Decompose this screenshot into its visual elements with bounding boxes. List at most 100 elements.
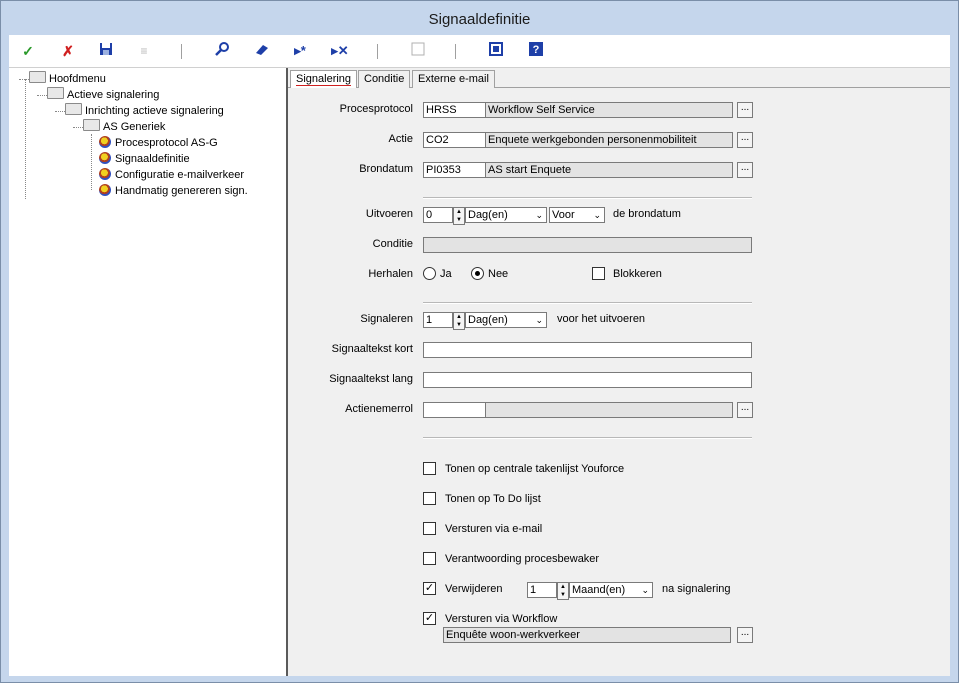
procesprotocol-desc: Workflow Self Service xyxy=(485,102,733,118)
tree-line xyxy=(19,79,29,80)
chevron-down-icon: ⌄ xyxy=(641,585,649,595)
accept-icon[interactable]: ✓ xyxy=(17,41,39,61)
workflow-label: Versturen via Workflow xyxy=(445,613,558,625)
herhalen-nee-label: Nee xyxy=(488,268,509,280)
tree-item-hoofdmenu[interactable]: Hoofdmenu xyxy=(29,71,106,87)
tree-item-actieve-signalering[interactable]: Actieve signalering xyxy=(47,87,159,103)
signaaltekst-kort-label: Signaaltekst kort xyxy=(331,343,413,355)
verwijderen-value[interactable]: 1 xyxy=(527,582,557,598)
uitvoeren-suffix: de brondatum xyxy=(613,208,681,220)
workflow-checkbox[interactable]: ✓ xyxy=(423,612,436,625)
verwijderen-spinner[interactable]: ▲ ▼ xyxy=(557,582,569,600)
actie-lookup-button[interactable]: ... xyxy=(737,132,753,148)
actie-desc: Enquete werkgebonden personenmobiliteit xyxy=(485,132,733,148)
uitvoeren-unit-select[interactable]: Dag(en) ⌄ xyxy=(465,207,547,223)
tree-item-signaaldefinitie[interactable]: Signaaldefinitie xyxy=(99,151,190,167)
conditie-field xyxy=(423,237,752,253)
tab-conditie[interactable]: Conditie xyxy=(358,70,411,88)
signaleren-label: Signaleren xyxy=(360,313,413,325)
versturen-email-checkbox[interactable] xyxy=(423,522,436,535)
verwijderen-label: Verwijderen xyxy=(445,583,503,595)
signaaltekst-lang-label: Signaaltekst lang xyxy=(329,373,413,385)
tree-item-inrichting[interactable]: Inrichting actieve signalering xyxy=(65,103,224,119)
signaleren-unit-select[interactable]: Dag(en) ⌄ xyxy=(465,312,547,328)
signaleren-value[interactable]: 1 xyxy=(423,312,453,328)
tonen-todo-checkbox[interactable] xyxy=(423,492,436,505)
navigation-tree: Hoofdmenu Actieve signalering Inrichting… xyxy=(9,68,288,676)
verantwoording-checkbox[interactable] xyxy=(423,552,436,565)
chevron-down-icon: ⌄ xyxy=(535,210,543,220)
cancel-icon[interactable]: ✗ xyxy=(57,41,79,61)
versturen-email-label: Versturen via e-mail xyxy=(445,523,543,535)
save-icon[interactable] xyxy=(95,41,117,61)
actienemerrol-lookup-button[interactable]: ... xyxy=(737,402,753,418)
edit-list-icon: ≡ xyxy=(140,44,148,58)
signaleren-suffix: voor het uitvoeren xyxy=(557,313,646,325)
verantwoording-label: Verantwoording procesbewaker xyxy=(445,553,600,565)
tonen-takenlijst-label: Tonen op centrale takenlijst Youforce xyxy=(445,463,625,475)
help-icon[interactable]: ? xyxy=(525,41,547,61)
folder-icon xyxy=(83,119,100,131)
uitvoeren-when-select[interactable]: Voor ⌄ xyxy=(549,207,605,223)
toolbar: ✓ ✗ ≡ ▸* ▸✕ ? xyxy=(9,35,950,68)
herhalen-ja-radio[interactable] xyxy=(423,267,436,280)
tree-line xyxy=(73,127,83,128)
brondatum-code[interactable]: PI0353 xyxy=(423,162,487,178)
verwijderen-unit-select[interactable]: Maand(en) ⌄ xyxy=(569,582,653,598)
actie-label: Actie xyxy=(388,133,413,145)
uitvoeren-spinner[interactable]: ▲ ▼ xyxy=(453,207,465,225)
tonen-todo-label: Tonen op To Do lijst xyxy=(445,493,541,505)
insert-record-icon[interactable]: ▸* xyxy=(289,41,311,61)
tab-signalering[interactable]: Signalering xyxy=(290,70,358,88)
procesprotocol-lookup-button[interactable]: ... xyxy=(737,102,753,118)
function-icon xyxy=(99,136,111,148)
window-title: Signaaldefinitie xyxy=(1,1,958,35)
tab-externe-email[interactable]: Externe e-mail xyxy=(412,70,495,88)
verwijderen-suffix: na signalering xyxy=(662,583,731,595)
tree-line xyxy=(55,111,65,112)
tree-item-configuratie[interactable]: Configuratie e-mailverkeer xyxy=(99,167,244,183)
brondatum-label: Brondatum xyxy=(359,163,413,175)
search-icon[interactable] xyxy=(211,41,233,61)
procesprotocol-code[interactable]: HRSS xyxy=(423,102,487,118)
tonen-takenlijst-checkbox[interactable] xyxy=(423,462,436,475)
brondatum-lookup-button[interactable]: ... xyxy=(737,162,753,178)
blank-icon xyxy=(407,41,429,61)
tree-item-as-generiek[interactable]: AS Generiek xyxy=(83,119,165,135)
herhalen-nee-radio[interactable] xyxy=(471,267,484,280)
function-icon xyxy=(99,184,111,196)
signaaltekst-lang-input[interactable] xyxy=(423,372,752,388)
verwijderen-checkbox[interactable]: ✓ xyxy=(423,582,436,595)
actie-code[interactable]: CO2 xyxy=(423,132,487,148)
actienemerrol-code[interactable] xyxy=(423,402,487,418)
delete-record-icon[interactable]: ▸✕ xyxy=(329,41,351,61)
herhalen-label: Herhalen xyxy=(368,268,413,280)
eraser-icon[interactable] xyxy=(251,41,273,61)
detail-panel: Signalering Conditie Externe e-mail Proc… xyxy=(288,68,950,676)
signaleren-spinner[interactable]: ▲ ▼ xyxy=(453,312,465,330)
folder-icon xyxy=(47,87,64,99)
tree-line xyxy=(25,79,26,199)
actienemerrol-label: Actienemerrol xyxy=(345,403,413,415)
chevron-down-icon: ⌄ xyxy=(593,210,601,220)
chevron-down-icon: ⌄ xyxy=(535,315,543,325)
tree-line xyxy=(37,95,47,96)
section-divider xyxy=(423,197,752,199)
workflow-field: Enquête woon-werkverkeer xyxy=(443,627,731,643)
window-icon[interactable] xyxy=(485,41,507,61)
signaaltekst-kort-input[interactable] xyxy=(423,342,752,358)
procesprotocol-label: Procesprotocol xyxy=(339,103,413,115)
workflow-lookup-button[interactable]: ... xyxy=(737,627,753,643)
tree-line xyxy=(91,134,92,190)
brondatum-desc: AS start Enquete xyxy=(485,162,733,178)
blokkeren-checkbox[interactable] xyxy=(592,267,605,280)
toolbar-separator xyxy=(377,44,378,59)
tree-item-handmatig[interactable]: Handmatig genereren sign. xyxy=(99,183,248,199)
folder-icon xyxy=(65,103,82,115)
tree-item-procesprotocol[interactable]: Procesprotocol AS-G xyxy=(99,135,218,151)
uitvoeren-label: Uitvoeren xyxy=(365,208,413,220)
actienemerrol-desc xyxy=(485,402,733,418)
blokkeren-label: Blokkeren xyxy=(613,268,662,280)
uitvoeren-value[interactable]: 0 xyxy=(423,207,453,223)
conditie-label: Conditie xyxy=(372,238,413,250)
